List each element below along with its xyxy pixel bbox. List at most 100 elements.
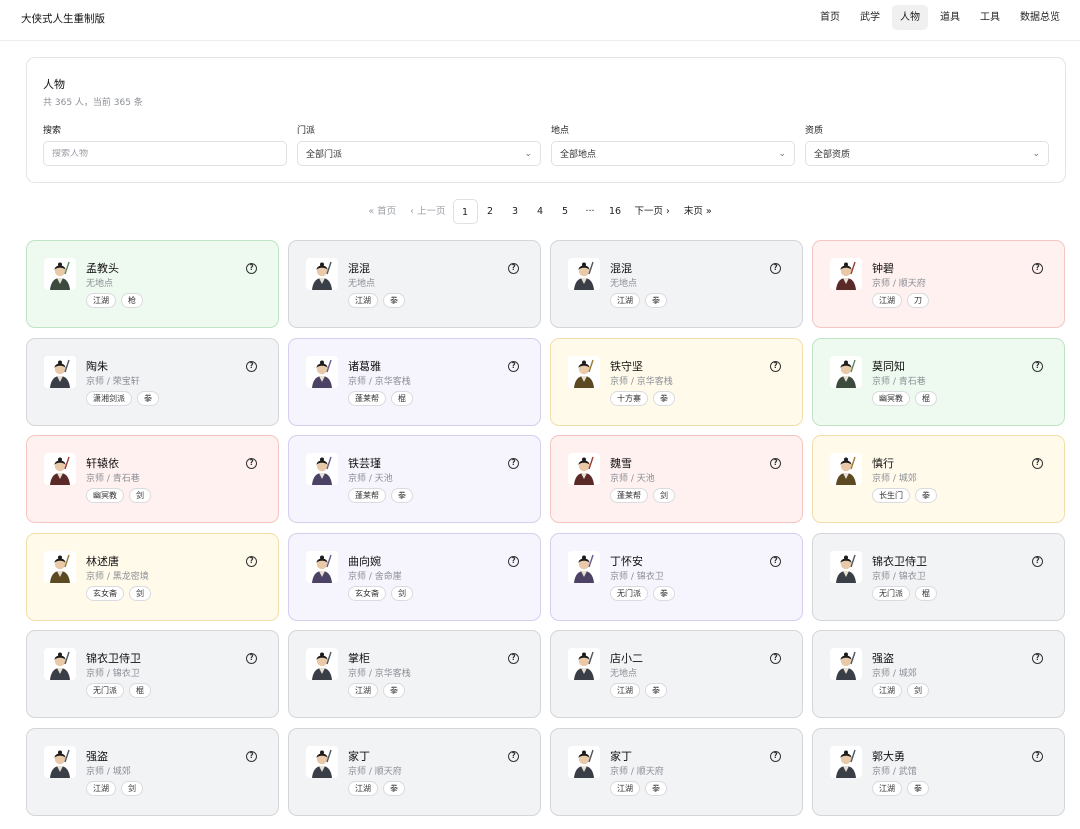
help-icon[interactable]: ? <box>508 458 519 469</box>
character-card[interactable]: 陶朱 京师 / 荣宝轩 潇湘剑派拳? <box>26 337 279 426</box>
character-card[interactable]: 诸葛雅 京师 / 京华客栈 蓬莱帮棍? <box>288 337 541 426</box>
help-icon[interactable]: ? <box>1032 750 1043 762</box>
help-icon[interactable]: ? <box>246 555 257 567</box>
character-card[interactable]: 林述唐 京师 / 黑龙密境 玄女斋剑? <box>26 532 279 621</box>
help-icon[interactable]: ? <box>770 653 781 664</box>
weapon-tag: 拳 <box>383 293 405 308</box>
character-card[interactable]: 掌柜 京师 / 京华客栈 江湖拳? <box>288 630 541 718</box>
character-card[interactable]: 铁守坚 京师 / 京华客栈 十方寨拳? <box>550 337 803 426</box>
app-title[interactable]: 大侠式人生重制版 <box>21 11 105 26</box>
page-button-5[interactable]: 5 <box>553 199 578 224</box>
page-button-16[interactable]: 16 <box>603 199 628 224</box>
character-card[interactable]: 轩辕依 京师 / 青石巷 幽冥教剑? <box>26 435 279 523</box>
help-icon[interactable]: ? <box>246 360 257 372</box>
help-icon[interactable]: ? <box>770 263 781 274</box>
help-icon[interactable]: ? <box>246 458 257 469</box>
help-icon[interactable]: ? <box>770 458 781 469</box>
character-card[interactable]: 慎行 京师 / 城郊 长生门拳? <box>812 435 1065 523</box>
sect-tag: 长生门 <box>872 488 910 503</box>
character-card[interactable]: 锦衣卫侍卫 京师 / 锦衣卫 无门派棍? <box>26 630 279 718</box>
weapon-tag: 刀 <box>907 293 929 308</box>
sect-tag: 蓬莱帮 <box>348 390 386 406</box>
character-location: 无地点 <box>86 279 114 289</box>
character-card[interactable]: 家丁 京师 / 顺天府 江湖拳? <box>550 727 803 816</box>
help-icon[interactable]: ? <box>1032 360 1043 372</box>
character-tags: 江湖拳 <box>872 780 929 796</box>
location-label: 地点 <box>551 126 570 136</box>
aptitude-label: 资质 <box>805 126 824 136</box>
help-icon[interactable]: ? <box>246 750 257 762</box>
page-button-2[interactable]: 2 <box>478 199 503 224</box>
help-icon[interactable]: ? <box>246 653 257 664</box>
help-icon[interactable]: ? <box>1032 653 1043 664</box>
help-icon[interactable]: ? <box>770 555 781 567</box>
character-name: 混混 <box>610 262 632 275</box>
help-icon[interactable]: ? <box>246 263 257 274</box>
weapon-tag: 拳 <box>645 780 667 796</box>
character-card[interactable]: 郭大勇 京师 / 武馆 江湖拳? <box>812 727 1065 816</box>
first-page-button[interactable]: « 首页 <box>361 199 403 224</box>
character-card[interactable]: 混混 无地点 江湖拳? <box>288 240 541 328</box>
character-card[interactable]: 钟碧 京师 / 顺天府 江湖刀? <box>812 240 1065 328</box>
page-button-3[interactable]: 3 <box>503 199 528 224</box>
elder-avatar <box>830 355 862 388</box>
thug-avatar <box>306 258 338 290</box>
character-tags: 蓬莱帮拳 <box>348 488 413 503</box>
nav-item-tools[interactable]: 工具 <box>972 5 1008 30</box>
last-page-button[interactable]: 末页 » <box>677 199 719 224</box>
location-select[interactable]: 全部地点 ⌄ <box>551 141 795 166</box>
sect-select[interactable]: 全部门派 ⌄ <box>297 141 541 166</box>
character-tags: 江湖拳 <box>610 683 667 698</box>
nav-item-home[interactable]: 首页 <box>812 5 848 30</box>
help-icon[interactable]: ? <box>1032 458 1043 469</box>
character-card[interactable]: 魏雪 京师 / 天池 蓬莱帮剑? <box>550 435 803 523</box>
help-icon[interactable]: ? <box>508 263 519 274</box>
next-page-button[interactable]: 下一页 › <box>628 199 677 224</box>
page-button-4[interactable]: 4 <box>528 199 553 224</box>
nav-item-martial-arts[interactable]: 武学 <box>852 5 888 30</box>
character-card[interactable]: 铁芸瑾 京师 / 天池 蓬莱帮拳? <box>288 435 541 523</box>
character-tags: 玄女斋剑 <box>86 585 151 601</box>
help-icon[interactable]: ? <box>770 360 781 372</box>
character-tags: 江湖刀 <box>872 293 929 308</box>
character-card[interactable]: 强盗 京师 / 城郊 江湖剑? <box>812 630 1065 718</box>
help-icon[interactable]: ? <box>508 555 519 567</box>
character-card[interactable]: 锦衣卫侍卫 京师 / 锦衣卫 无门派棍? <box>812 532 1065 621</box>
help-icon[interactable]: ? <box>1032 263 1043 274</box>
female-white-robe-avatar <box>306 550 338 583</box>
prev-page-button[interactable]: ‹ 上一页 <box>403 199 452 224</box>
character-tags: 江湖拳 <box>348 683 405 698</box>
help-icon[interactable]: ? <box>508 750 519 762</box>
aptitude-select[interactable]: 全部资质 ⌄ <box>805 141 1049 166</box>
character-card[interactable]: 丁怀安 京师 / 锦衣卫 无门派拳? <box>550 532 803 621</box>
nav-item-data-overview[interactable]: 数据总览 <box>1012 5 1068 30</box>
page-ellipsis: ··· <box>585 206 595 217</box>
help-icon[interactable]: ? <box>508 360 519 372</box>
character-location: 无地点 <box>610 669 638 679</box>
character-location: 京师 / 顺天府 <box>348 766 402 777</box>
character-tags: 蓬莱帮剑 <box>610 488 675 503</box>
character-card[interactable]: 强盗 京师 / 城郊 江湖剑? <box>26 727 279 816</box>
nav-item-items[interactable]: 道具 <box>932 5 968 30</box>
search-input[interactable] <box>52 148 278 159</box>
weapon-tag: 剑 <box>121 780 143 796</box>
weapon-tag: 拳 <box>137 390 159 406</box>
help-icon[interactable]: ? <box>1032 555 1043 567</box>
help-icon[interactable]: ? <box>770 750 781 762</box>
character-card[interactable]: 混混 无地点 江湖拳? <box>550 240 803 328</box>
character-card[interactable]: 家丁 京师 / 顺天府 江湖拳? <box>288 727 541 816</box>
character-card[interactable]: 莫同知 京师 / 青石巷 幽冥教棍? <box>812 337 1065 426</box>
female-swordswoman-avatar <box>830 258 862 290</box>
spear-warrior-avatar <box>44 258 76 290</box>
character-card[interactable]: 店小二 无地点 江湖拳? <box>550 630 803 718</box>
character-location: 无地点 <box>348 279 376 289</box>
character-card[interactable]: 曲向婉 京师 / 舍命崖 玄女斋剑? <box>288 532 541 621</box>
help-icon[interactable]: ? <box>508 653 519 664</box>
female-blue-robe-avatar <box>568 453 600 485</box>
sect-tag: 玄女斋 <box>86 585 124 601</box>
search-field: 搜索 <box>43 123 287 166</box>
character-tags: 幽冥教棍 <box>872 390 937 406</box>
page-button-1[interactable]: 1 <box>452 199 478 224</box>
nav-item-characters[interactable]: 人物 <box>892 5 928 30</box>
character-card[interactable]: 孟教头 无地点 江湖枪? <box>26 240 279 328</box>
